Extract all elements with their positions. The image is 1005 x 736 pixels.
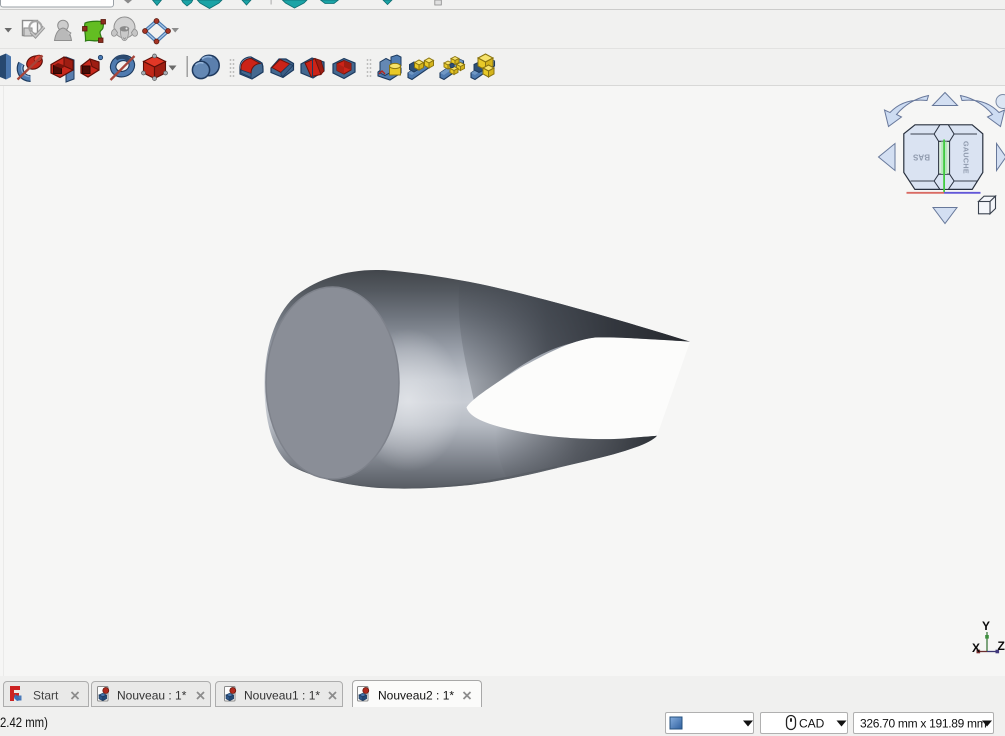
svg-text:CAD: CAD	[799, 717, 825, 731]
svg-text:BAS: BAS	[912, 153, 930, 162]
svg-text:Z: Z	[998, 639, 1005, 653]
svg-text:326.70 mm x 191.89 mm: 326.70 mm x 191.89 mm	[860, 717, 987, 731]
svg-text:Y: Y	[982, 619, 990, 633]
svg-text:Start: Start	[33, 689, 59, 703]
svg-text:Nouveau1 : 1*: Nouveau1 : 1*	[244, 689, 320, 703]
svg-text:Nouveau : 1*: Nouveau : 1*	[117, 689, 187, 703]
svg-text:Nouveau2 : 1*: Nouveau2 : 1*	[378, 689, 454, 703]
svg-text:GAUCHE: GAUCHE	[961, 141, 970, 174]
svg-text:X: X	[972, 641, 980, 655]
